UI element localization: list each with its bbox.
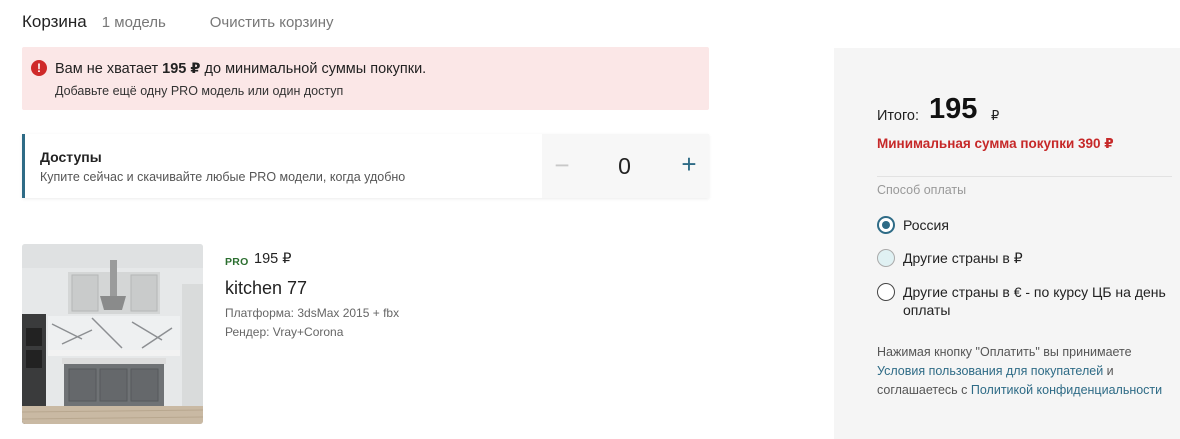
divider	[877, 176, 1172, 177]
access-accent-bar	[22, 134, 25, 198]
alert-message: Вам не хватает 195 ₽ до минимальной сумм…	[55, 61, 426, 77]
alert-amount: 195 ₽	[162, 61, 201, 77]
quantity-stepper: − 0 +	[542, 134, 709, 198]
cart-header: Корзина 1 модель Очистить корзину	[22, 12, 334, 34]
product-platform: Платформа: 3dsMax 2015 + fbx	[225, 306, 400, 320]
min-sum-alert: ! Вам не хватает 195 ₽ до минимальной су…	[22, 47, 709, 110]
payment-option-label: Россия	[903, 217, 949, 233]
radio-button[interactable]	[877, 283, 895, 301]
payment-option-label: Другие страны в ₽	[903, 250, 1023, 266]
terms-notice: Нажимая кнопку "Оплатить" вы принимаете …	[877, 343, 1167, 400]
radio-button[interactable]	[877, 249, 895, 267]
alert-message-prefix: Вам не хватает	[55, 61, 163, 77]
payment-option-other-eur[interactable]: Другие страны в € - по курсу ЦБ на день …	[877, 283, 1173, 319]
product-price: 195 ₽	[254, 251, 292, 267]
access-description: Купите сейчас и скачивайте любые PRO мод…	[40, 170, 406, 184]
pro-badge: PRO	[225, 256, 249, 268]
alert-message-suffix: до минимальной суммы покупки.	[200, 61, 427, 77]
item-count: 1 модель	[101, 14, 166, 31]
privacy-policy-link[interactable]: Политикой конфиденциальности	[971, 383, 1162, 397]
decrement-button[interactable]: −	[552, 152, 572, 180]
product-name[interactable]: kitchen 77	[225, 278, 307, 299]
terms-prefix: Нажимая кнопку "Оплатить" вы принимаете	[877, 345, 1132, 359]
access-card: Доступы Купите сейчас и скачивайте любые…	[22, 134, 709, 198]
total-currency: ₽	[991, 108, 1000, 123]
alert-hint: Добавьте ещё одну PRO модель или один до…	[55, 84, 344, 98]
payment-option-russia[interactable]: Россия	[877, 216, 1173, 234]
order-summary: Итого: 195 ₽ Минимальная сумма покупки 3…	[834, 48, 1180, 439]
increment-button[interactable]: +	[677, 150, 701, 178]
payment-option-label: Другие страны в € - по курсу ЦБ на день …	[903, 284, 1166, 318]
error-icon: !	[31, 60, 47, 76]
buyer-terms-link[interactable]: Условия пользования для покупателей	[877, 364, 1103, 378]
product-thumbnail[interactable]	[22, 244, 203, 424]
product-render: Рендер: Vray+Corona	[225, 325, 344, 339]
total-label: Итого:	[877, 108, 920, 124]
quantity-value: 0	[618, 153, 631, 179]
access-title: Доступы	[40, 149, 102, 165]
payment-method-label: Способ оплаты	[877, 183, 967, 197]
total-value: 195	[929, 93, 978, 125]
kitchen-image	[22, 244, 203, 424]
min-sum-warning: Минимальная сумма покупки 390 ₽	[877, 136, 1114, 151]
page-title: Корзина	[22, 12, 87, 31]
payment-option-other-rub[interactable]: Другие страны в ₽	[877, 249, 1173, 267]
radio-button[interactable]	[877, 216, 895, 234]
clear-cart-button[interactable]: Очистить корзину	[210, 14, 334, 31]
